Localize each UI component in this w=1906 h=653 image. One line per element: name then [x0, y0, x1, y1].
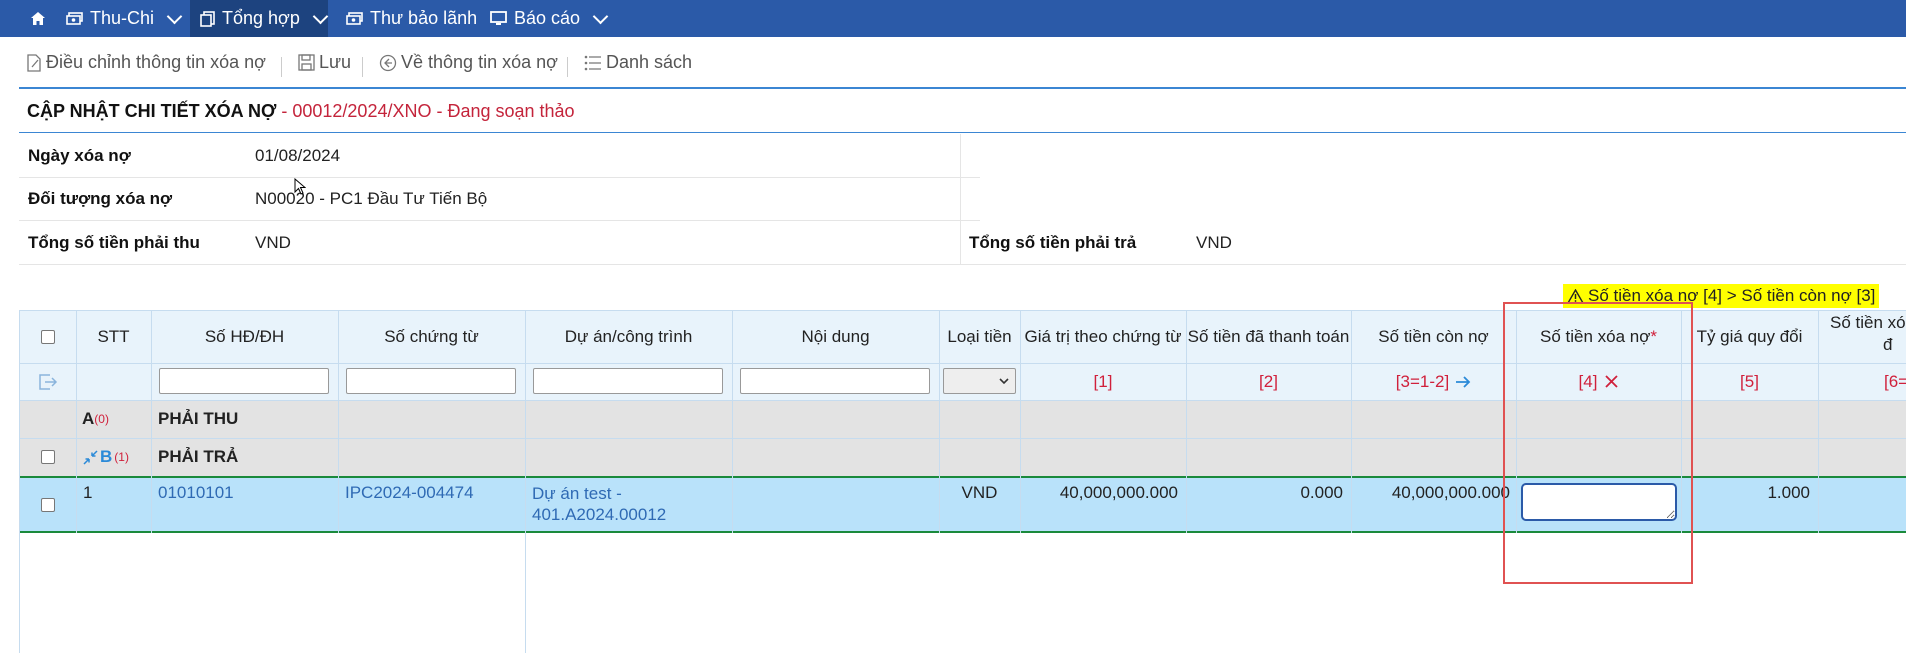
required-marker: * [1650, 326, 1657, 346]
money-icon [346, 12, 363, 25]
monitor-icon [490, 11, 507, 25]
validation-warning: Số tiền xóa nợ [4] > Số tiền còn nợ [3] [1563, 284, 1880, 308]
money-icon [66, 12, 83, 25]
row-gia-tri: 40,000,000.000 [1059, 483, 1178, 502]
code-da-thanh-toan: [2] [1259, 371, 1278, 391]
toolbar-divider [362, 57, 363, 77]
row-checkbox[interactable] [40, 497, 55, 512]
group-b-marker[interactable]: B (1) [83, 438, 129, 476]
page-title: CẬP NHẬT CHI TIẾT XÓA NỢ - 00012/2024/XN… [27, 101, 575, 121]
row-so-chung-tu-link[interactable]: IPC2024-004474 [345, 478, 474, 508]
code-gia-tri: [1] [1093, 371, 1113, 391]
payable-label: Tổng số tiền phải trả [969, 232, 1137, 252]
payable-value: VND [1196, 232, 1232, 252]
code-con-no: [3=1-2] [1395, 371, 1450, 391]
document-status: - 00012/2024/XNO - Đang soạn thảo [276, 101, 575, 121]
col-xoa-doi[interactable]: Số tiền xó đ [1818, 312, 1906, 362]
edit-document-icon [27, 53, 41, 72]
col-so-chung-tu[interactable]: Số chứng từ [338, 310, 525, 363]
nav-thu-bao-lanh[interactable]: Thư bảo lãnh [346, 0, 477, 37]
nav-label: Báo cáo [514, 8, 581, 28]
group-a-marker: A (0) [82, 409, 109, 428]
save-button[interactable]: Lưu [298, 52, 351, 73]
row-loai-tien: VND [961, 483, 998, 502]
debt-table: STT Số HĐ/ĐH Số chứng từ Dự án/công trìn… [19, 310, 1906, 653]
arrow-right-icon[interactable] [1455, 375, 1471, 388]
filter-noi-dung-input[interactable] [740, 368, 930, 394]
code-xoa-doi: [6=4 [1884, 371, 1906, 391]
toolbar-divider [281, 57, 282, 77]
col-noi-dung[interactable]: Nội dung [732, 310, 939, 363]
divider [19, 87, 1906, 89]
date-value: 01/08/2024 [255, 145, 341, 165]
target-label: Đối tượng xóa nợ [28, 188, 173, 208]
list-button[interactable]: Danh sách [584, 52, 692, 73]
code-ty-gia: [5] [1740, 371, 1759, 391]
row-ty-gia: 1.000 [1767, 483, 1810, 502]
col-xoa-no[interactable]: Số tiền xóa nợ * [1516, 310, 1681, 363]
group-b-row [19, 438, 1906, 476]
collapse-arrows-icon [83, 449, 98, 465]
row-con-no: 40,000,000.000 [1391, 483, 1510, 502]
col-ty-gia[interactable]: Tỷ giá quy đổi [1681, 310, 1818, 363]
row-so-hd-link[interactable]: 01010101 [158, 478, 234, 508]
back-button[interactable]: Về thông tin xóa nợ [379, 52, 558, 73]
cursor-icon [294, 178, 306, 195]
toolbar: Điều chỉnh thông tin xóa nợ Lưu Về thông… [0, 44, 1906, 84]
col-du-an[interactable]: Dự án/công trình [525, 310, 732, 363]
toolbar-divider [567, 57, 568, 77]
group-b-checkbox[interactable] [40, 450, 55, 464]
col-loai-tien[interactable]: Loại tiền [939, 310, 1020, 363]
chevron-down-icon [999, 378, 1009, 385]
code-xoa-no: [4] [1578, 371, 1598, 391]
receivable-label: Tổng số tiền phải thu [28, 232, 200, 252]
target-value: N00020 - PC1 Đầu Tư Tiến Bộ [255, 188, 488, 208]
nav-label: Thư bảo lãnh [370, 8, 478, 28]
home-icon [31, 12, 45, 25]
filter-so-chung-tu-input[interactable] [346, 368, 516, 394]
top-navbar: Thu-Chi Tổng hợp Thư bảo lãnh Báo cáo [0, 0, 1906, 37]
col-con-no[interactable]: Số tiền còn nợ [1351, 310, 1516, 363]
edit-button[interactable]: Điều chỉnh thông tin xóa nợ [26, 52, 266, 73]
filter-loai-tien-select[interactable] [943, 368, 1016, 394]
chevron-down-icon [312, 8, 329, 24]
row-xoa-no-input[interactable] [1521, 483, 1677, 521]
group-a-label: PHẢI THU [158, 409, 239, 428]
clear-x-icon[interactable] [1605, 375, 1619, 388]
row-du-an-link[interactable]: Dự án test -401.A2024.00012 [532, 483, 666, 525]
group-a-row [19, 400, 1906, 438]
nav-home[interactable] [30, 0, 46, 37]
copy-icon [200, 10, 215, 27]
col-gia-tri[interactable]: Giá trị theo chứng từ [1020, 310, 1186, 363]
nav-tong-hop[interactable]: Tổng hợp [190, 0, 329, 37]
list-icon [584, 55, 601, 70]
save-icon [298, 54, 315, 71]
select-all-checkbox[interactable] [40, 329, 55, 344]
chevron-down-icon [166, 8, 183, 24]
warning-icon [1567, 288, 1584, 304]
export-icon[interactable] [19, 363, 76, 400]
col-so-hd[interactable]: Số HĐ/ĐH [151, 310, 338, 363]
row-stt: 1 [83, 483, 93, 502]
col-da-thanh-toan[interactable]: Số tiền đã thanh toán [1186, 310, 1351, 363]
divider [19, 132, 1906, 133]
row-da-thanh-toan: 0.000 [1300, 483, 1343, 502]
chevron-down-icon [592, 8, 609, 24]
group-b-label: PHẢI TRẢ [158, 447, 239, 466]
filter-so-hd-input[interactable] [159, 368, 329, 394]
date-label: Ngày xóa nợ [28, 145, 131, 165]
nav-bao-cao[interactable]: Báo cáo [490, 0, 609, 37]
col-stt[interactable]: STT [76, 310, 151, 363]
filter-du-an-input[interactable] [533, 368, 723, 394]
nav-thu-chi[interactable]: Thu-Chi [66, 0, 183, 37]
back-circle-icon [379, 54, 397, 71]
nav-label: Thu-Chi [90, 8, 155, 28]
nav-label: Tổng hợp [222, 8, 300, 28]
receivable-value: VND [255, 232, 291, 252]
